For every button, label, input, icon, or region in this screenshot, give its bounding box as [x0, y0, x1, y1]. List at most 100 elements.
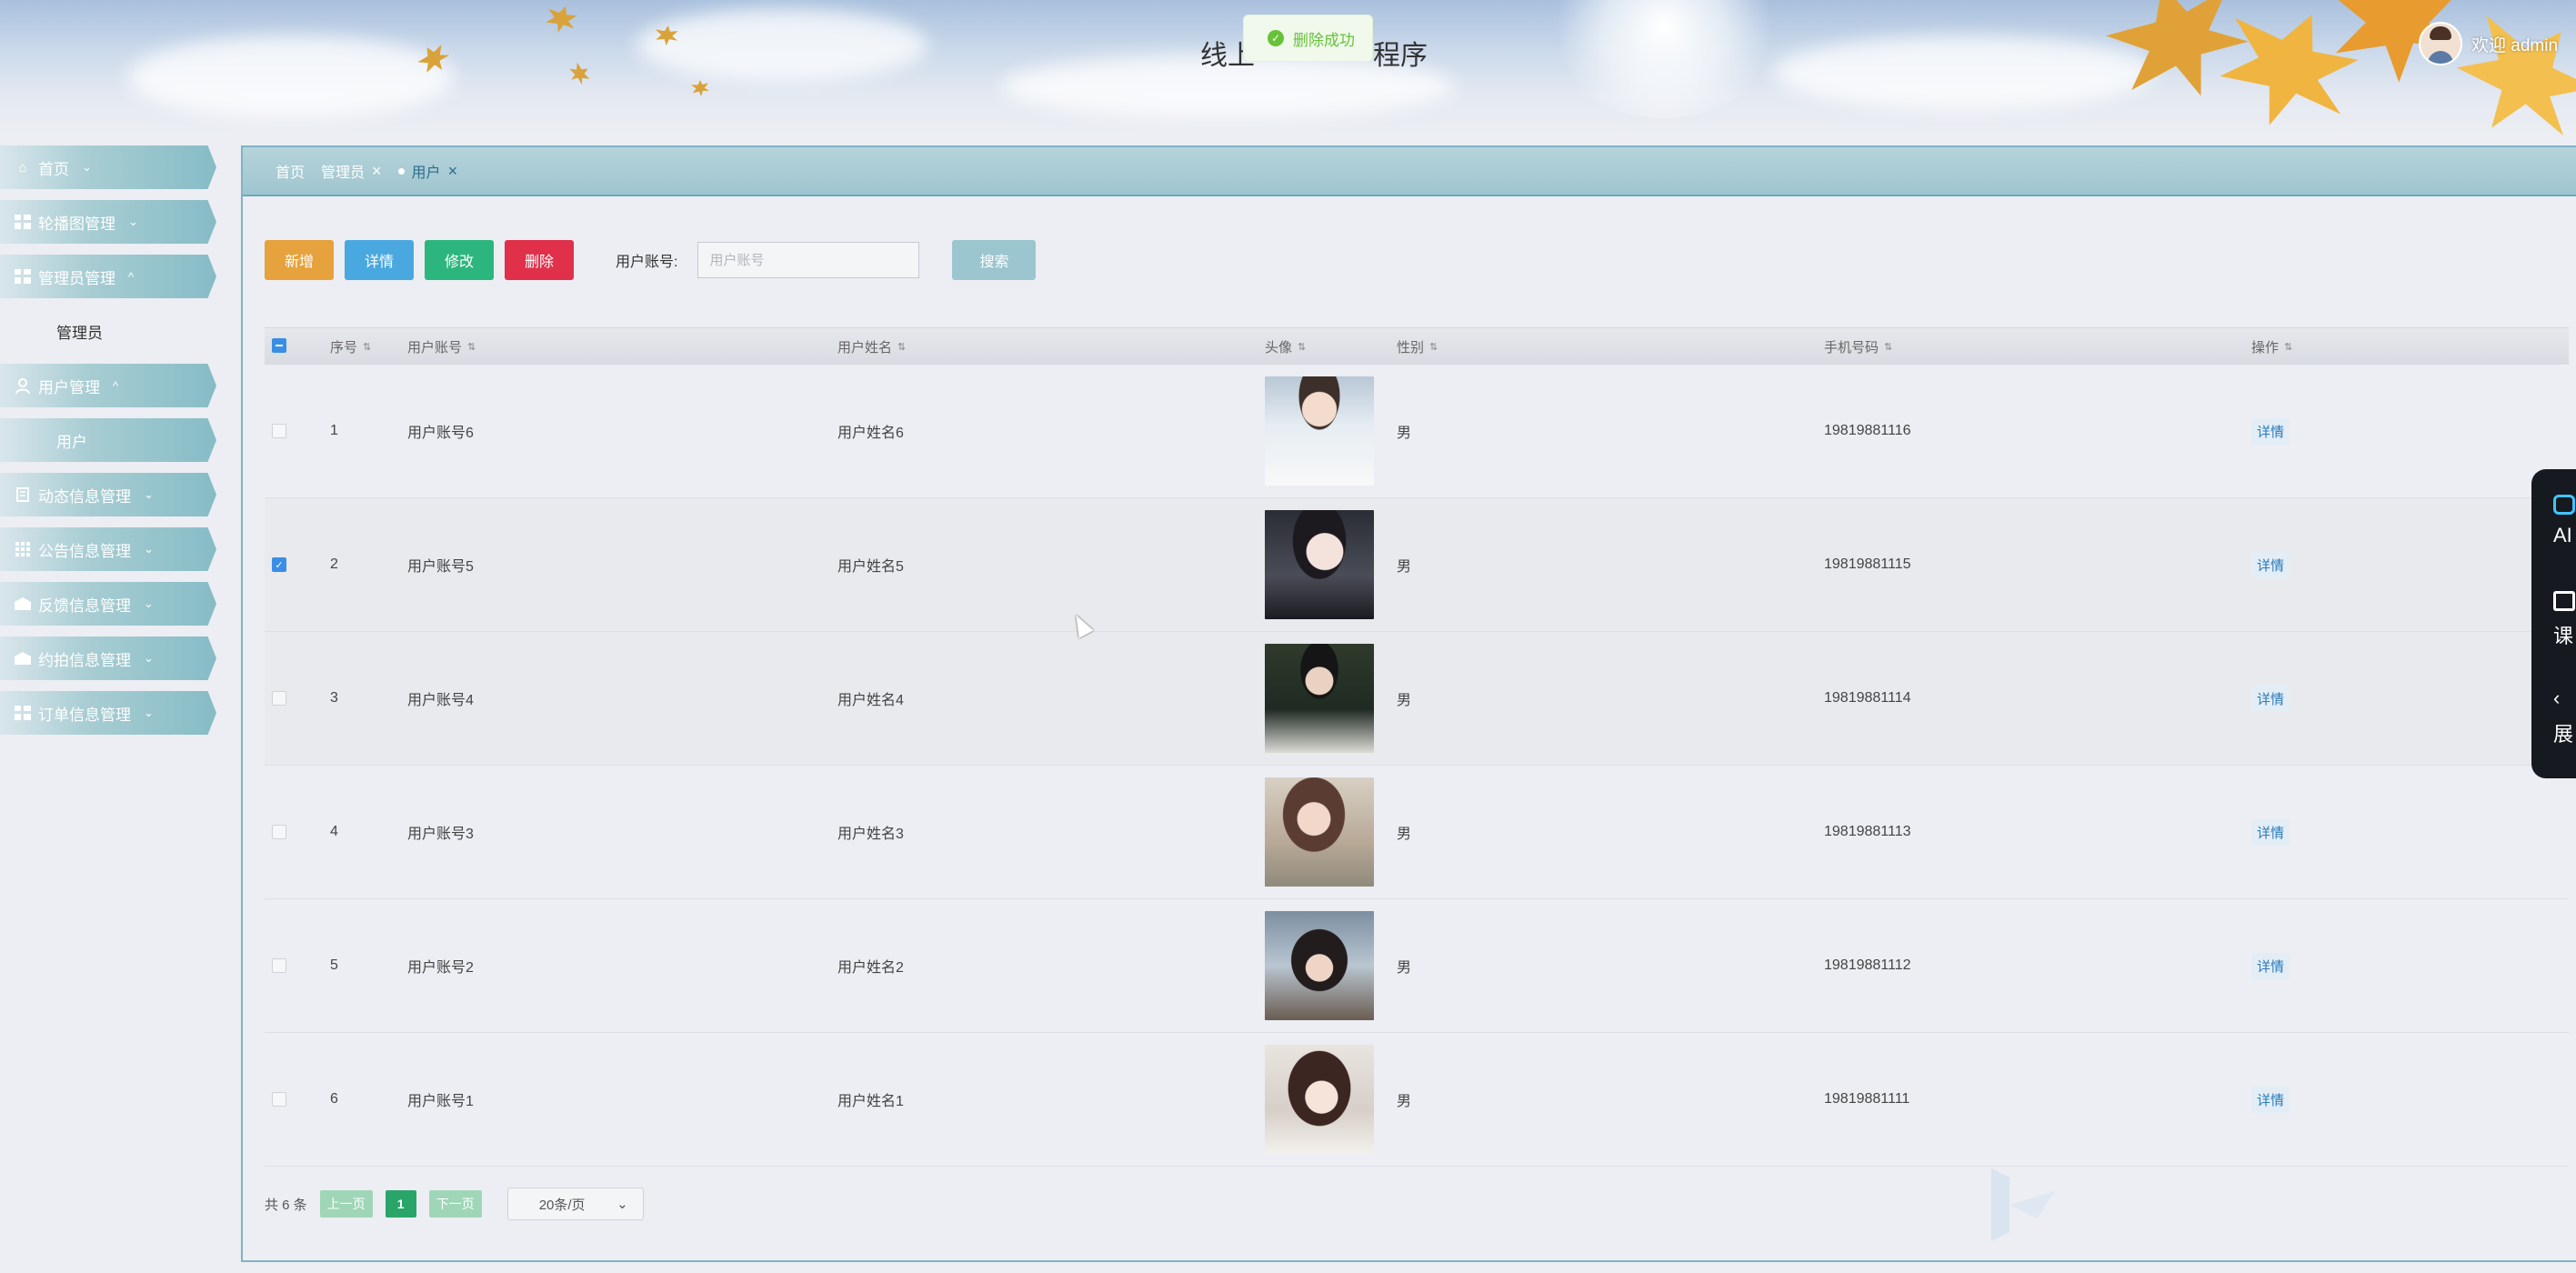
cell-index: 6 — [330, 1091, 338, 1107]
success-toast: ✓ 删除成功 — [1243, 15, 1373, 62]
column-header-action: 操作 ⇅ — [2251, 328, 2292, 365]
row-checkbox[interactable]: ✓ — [272, 557, 286, 572]
avatar-photo[interactable] — [1265, 1045, 1374, 1154]
tab-admin[interactable]: 管理员 × — [321, 160, 382, 182]
column-header-avatar[interactable]: 头像 ⇅ — [1265, 328, 1306, 365]
sidebar-item-user-management[interactable]: 用户管理 ^ — [0, 364, 216, 407]
column-header-account[interactable]: 用户账号 ⇅ — [407, 328, 476, 365]
sidebar-subitem-admin[interactable]: 管理员 — [0, 309, 216, 353]
cloud-decoration — [127, 36, 455, 118]
row-checkbox[interactable] — [272, 1092, 286, 1107]
watermark-logo-icon — [1991, 1168, 2055, 1241]
chevron-down-icon: ⌄ — [144, 596, 154, 610]
search-button[interactable]: 搜索 — [952, 240, 1037, 280]
avatar-photo[interactable] — [1265, 510, 1374, 619]
row-detail-link[interactable]: 详情 — [2251, 818, 2290, 846]
user-menu[interactable]: 欢迎 admin — [2419, 22, 2558, 65]
tab-home[interactable]: 首页 — [276, 160, 305, 182]
pagination: 共 6 条 上一页 1 下一页 20条/页 ⌄ — [265, 1188, 644, 1220]
cell-name: 用户姓名4 — [837, 693, 904, 708]
table-row[interactable]: 4 用户账号3 用户姓名3 男 19819881113 详情 — [265, 766, 2569, 899]
total-count: 共 6 条 — [265, 1197, 307, 1213]
next-page-button[interactable]: 下一页 — [428, 1190, 482, 1218]
row-checkbox[interactable] — [272, 691, 286, 706]
page-size-value: 20条/页 — [538, 1197, 586, 1213]
delete-button[interactable]: 删除 — [505, 240, 574, 280]
avatar-photo[interactable] — [1265, 777, 1374, 887]
toolbar: 新增 详情 修改 删除 用户账号: 搜索 — [265, 240, 1047, 280]
row-detail-link[interactable]: 详情 — [2251, 1086, 2290, 1113]
main-panel: 首页 管理员 × 用户 × 新增 详情 修改 删除 用户账号: 搜索 序号 ⇅ 用… — [241, 145, 2576, 1262]
sidebar-subitem-user[interactable]: 用户 — [0, 418, 216, 462]
header-label: 手机号码 — [1824, 339, 1879, 356]
table-row[interactable]: 6 用户账号1 用户姓名1 男 19819881111 详情 — [265, 1033, 2569, 1167]
sort-icon[interactable]: ⇅ — [1884, 341, 1892, 353]
header-label: 操作 — [2251, 339, 2280, 356]
table-row[interactable]: 1 用户账号6 用户姓名6 男 19819881116 详情 — [265, 365, 2569, 498]
sort-icon[interactable]: ⇅ — [1298, 341, 1306, 353]
avatar-photo[interactable] — [1265, 911, 1374, 1020]
cell-name: 用户姓名2 — [837, 960, 904, 976]
cell-name: 用户姓名3 — [837, 827, 904, 842]
sidebar-subitem-label: 用户 — [56, 433, 87, 451]
sidebar-item-order-management[interactable]: 订单信息管理 ⌄ — [0, 691, 216, 735]
sort-icon[interactable]: ⇅ — [467, 341, 476, 353]
row-detail-link[interactable]: 详情 — [2251, 417, 2290, 445]
row-checkbox[interactable] — [272, 424, 286, 438]
edit-button[interactable]: 修改 — [425, 240, 494, 280]
column-header-phone[interactable]: 手机号码 ⇅ — [1824, 328, 1892, 365]
close-icon[interactable]: × — [372, 162, 382, 181]
column-header-gender[interactable]: 性别 ⇅ — [1397, 328, 1438, 365]
page-number-button[interactable]: 1 — [385, 1190, 416, 1218]
page-size-select[interactable]: 20条/页 ⌄ — [506, 1188, 644, 1220]
grid-icon — [15, 706, 31, 720]
table-row[interactable]: 3 用户账号4 用户姓名4 男 19819881114 详情 — [265, 632, 2569, 766]
sort-icon[interactable]: ⇅ — [2284, 341, 2292, 353]
tab-label: 首页 — [276, 165, 306, 181]
expand-button[interactable]: ‹ 展 — [2553, 687, 2576, 747]
avatar-photo[interactable] — [1265, 644, 1374, 753]
tab-user[interactable]: 用户 × — [397, 160, 458, 182]
column-header-name[interactable]: 用户姓名 ⇅ — [837, 328, 906, 365]
column-header-index[interactable]: 序号 ⇅ — [330, 328, 371, 365]
sidebar-item-label: 首页 — [38, 160, 69, 178]
floating-assistant-bar: AI 课 ‹ 展 — [2531, 469, 2576, 778]
sidebar-item-news-management[interactable]: 动态信息管理 ⌄ — [0, 473, 216, 516]
sort-icon[interactable]: ⇅ — [1429, 341, 1438, 353]
prev-page-button[interactable]: 上一页 — [319, 1190, 373, 1218]
table-row[interactable]: ✓ 2 用户账号5 用户姓名5 男 19819881115 详情 — [265, 498, 2569, 632]
sun-glow — [1546, 0, 1782, 118]
avatar-photo[interactable] — [1265, 376, 1374, 486]
chevron-down-icon: ⌄ — [616, 1197, 628, 1212]
table-row[interactable]: 5 用户账号2 用户姓名2 男 19819881112 详情 — [265, 899, 2569, 1033]
float-label: 展 — [2553, 723, 2574, 746]
sidebar-item-admin-management[interactable]: 管理员管理 ^ — [0, 255, 216, 298]
cell-index: 5 — [330, 957, 338, 973]
cloud-decoration — [636, 9, 927, 82]
sort-icon[interactable]: ⇅ — [897, 341, 906, 353]
search-input[interactable] — [697, 242, 920, 278]
sidebar-item-label: 管理员管理 — [38, 269, 115, 287]
avatar[interactable] — [2419, 22, 2462, 65]
detail-button[interactable]: 详情 — [345, 240, 414, 280]
select-all-checkbox[interactable] — [272, 338, 286, 353]
sidebar-item-feedback-management[interactable]: 反馈信息管理 ⌄ — [0, 582, 216, 626]
row-detail-link[interactable]: 详情 — [2251, 952, 2290, 979]
course-button[interactable]: 课 — [2553, 591, 2576, 649]
sidebar-item-home[interactable]: ⌂ 首页 ⌄ — [0, 145, 216, 189]
sort-icon[interactable]: ⇅ — [363, 341, 371, 353]
row-detail-link[interactable]: 详情 — [2251, 551, 2290, 578]
sidebar-item-label: 用户管理 — [38, 378, 100, 396]
chevron-up-icon: ^ — [113, 378, 119, 393]
row-checkbox[interactable] — [272, 825, 286, 839]
cell-action: 详情 — [2251, 365, 2290, 497]
cell-account: 用户账号1 — [407, 1094, 474, 1109]
row-checkbox[interactable] — [272, 958, 286, 973]
sidebar-item-photo-booking-management[interactable]: 约拍信息管理 ⌄ — [0, 636, 216, 680]
sidebar-item-carousel[interactable]: 轮播图管理 ⌄ — [0, 200, 216, 244]
add-button[interactable]: 新增 — [265, 240, 334, 280]
sidebar-item-notice-management[interactable]: 公告信息管理 ⌄ — [0, 527, 216, 571]
close-icon[interactable]: × — [448, 162, 458, 181]
row-detail-link[interactable]: 详情 — [2251, 685, 2290, 712]
ai-assistant-button[interactable]: AI — [2553, 495, 2576, 547]
